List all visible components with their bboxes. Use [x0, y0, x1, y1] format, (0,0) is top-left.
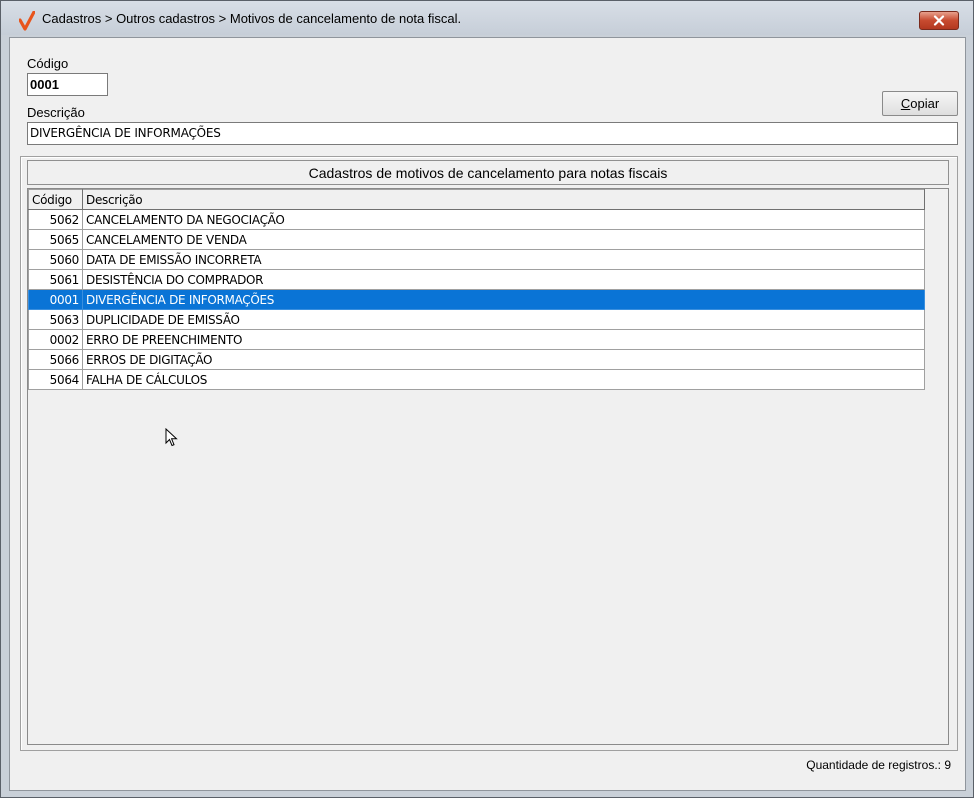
- app-window: Cadastros > Outros cadastros > Motivos d…: [0, 0, 974, 798]
- cell-code: 5061: [28, 269, 83, 290]
- table-body: 5062 CANCELAMENTO DA NEGOCIAÇÃO 5065 CANCEL…: [28, 209, 925, 390]
- description-label: Descrição: [27, 105, 85, 120]
- table-row[interactable]: 0002 ERRO DE PREENCHIMENTO: [28, 329, 925, 350]
- table-row[interactable]: 5063 DUPLICIDADE DE EMISSÃO: [28, 309, 925, 330]
- cell-description: ERRO DE PREENCHIMENTO: [82, 329, 925, 350]
- window-title: Cadastros > Outros cadastros > Motivos d…: [42, 11, 462, 26]
- client-area: Código 0001 Descrição Copiar DIVERGÊNCIA…: [9, 37, 966, 791]
- column-header-description[interactable]: Descrição: [82, 189, 925, 210]
- cell-description: DIVERGÊNCIA DE INFORMAÇÕES: [82, 289, 925, 310]
- record-count: Quantidade de registros.: 9: [806, 758, 951, 772]
- cell-code: 5065: [28, 229, 83, 250]
- cell-code: 0001: [28, 289, 83, 310]
- table-row[interactable]: 5065 CANCELAMENTO DE VENDA: [28, 229, 925, 250]
- close-icon: [933, 15, 945, 26]
- title-bar[interactable]: Cadastros > Outros cadastros > Motivos d…: [1, 1, 973, 35]
- cell-code: 5063: [28, 309, 83, 330]
- column-header-code[interactable]: Código: [28, 189, 83, 210]
- cell-description: DUPLICIDADE DE EMISSÃO: [82, 309, 925, 330]
- cell-code: 5066: [28, 349, 83, 370]
- code-label: Código: [27, 56, 69, 71]
- cell-code: 0002: [28, 329, 83, 350]
- cell-description: DATA DE EMISSÃO INCORRETA: [82, 249, 925, 270]
- cell-description: CANCELAMENTO DE VENDA: [82, 229, 925, 250]
- grid-title: Cadastros de motivos de cancelamento par…: [27, 160, 949, 185]
- table-row[interactable]: 5066 ERROS DE DIGITAÇÃO: [28, 349, 925, 370]
- records-table: Código Descrição 5062 CANCELAMENTO DA NEG…: [28, 189, 925, 390]
- copy-button[interactable]: Copiar: [882, 91, 958, 116]
- table-header-row: Código Descrição: [28, 189, 925, 210]
- cell-description: CANCELAMENTO DA NEGOCIAÇÃO: [82, 209, 925, 230]
- copy-button-mnemonic: C: [900, 96, 911, 111]
- cell-description: FALHA DE CÁLCULOS: [82, 369, 925, 390]
- cell-code: 5060: [28, 249, 83, 270]
- description-field[interactable]: DIVERGÊNCIA DE INFORMAÇÕES: [27, 122, 958, 145]
- cell-description: DESISTÊNCIA DO COMPRADOR: [82, 269, 925, 290]
- code-field[interactable]: 0001: [27, 73, 108, 96]
- copy-button-label: opiar: [910, 96, 940, 111]
- table-row[interactable]: 5061 DESISTÊNCIA DO COMPRADOR: [28, 269, 925, 290]
- cell-code: 5062: [28, 209, 83, 230]
- table-row[interactable]: 0001 DIVERGÊNCIA DE INFORMAÇÕES: [28, 289, 925, 310]
- records-group: Cadastros de motivos de cancelamento par…: [20, 156, 958, 751]
- close-button[interactable]: [919, 11, 959, 30]
- table-row[interactable]: 5064 FALHA DE CÁLCULOS: [28, 369, 925, 390]
- app-logo-icon: [19, 11, 35, 31]
- mouse-cursor-icon: [165, 428, 178, 447]
- table-row[interactable]: 5062 CANCELAMENTO DA NEGOCIAÇÃO: [28, 209, 925, 230]
- records-grid[interactable]: Código Descrição 5062 CANCELAMENTO DA NEG…: [27, 188, 949, 745]
- cell-code: 5064: [28, 369, 83, 390]
- table-row[interactable]: 5060 DATA DE EMISSÃO INCORRETA: [28, 249, 925, 270]
- cell-description: ERROS DE DIGITAÇÃO: [82, 349, 925, 370]
